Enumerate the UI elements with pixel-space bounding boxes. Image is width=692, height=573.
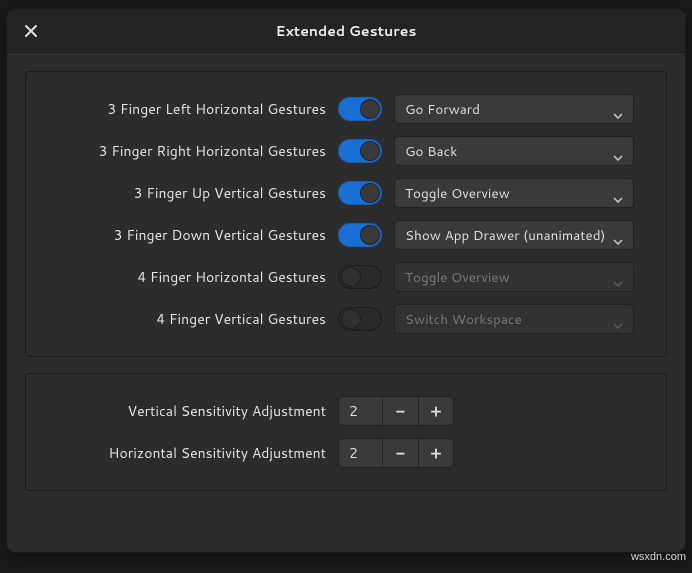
gesture-toggle-3-up[interactable] bbox=[338, 181, 382, 205]
gesture-label: 3 Finger Left Horizontal Gestures bbox=[44, 99, 326, 119]
gesture-row: 3 Finger Right Horizontal Gestures Go Ba… bbox=[44, 136, 648, 166]
gesture-label: 3 Finger Down Vertical Gestures bbox=[44, 225, 326, 245]
stepper-decrement-button[interactable]: − bbox=[382, 438, 418, 468]
window-title: Extended Gestures bbox=[7, 21, 685, 41]
chevron-down-icon bbox=[613, 104, 623, 114]
settings-window: Extended Gestures 3 Finger Left Horizont… bbox=[6, 8, 686, 553]
gesture-action-dropdown-3-up[interactable]: Toggle Overview bbox=[394, 178, 634, 208]
chevron-down-icon bbox=[613, 314, 623, 324]
dropdown-label: Show App Drawer (unanimated) bbox=[405, 226, 607, 245]
gesture-row: 4 Finger Horizontal Gestures Toggle Over… bbox=[44, 262, 648, 292]
gesture-label: 4 Finger Vertical Gestures bbox=[44, 309, 326, 329]
gestures-panel: 3 Finger Left Horizontal Gestures Go For… bbox=[25, 71, 667, 357]
gesture-toggle-3-left[interactable] bbox=[338, 97, 382, 121]
chevron-down-icon bbox=[613, 272, 623, 282]
stepper-value[interactable]: 2 bbox=[338, 438, 382, 468]
chevron-down-icon bbox=[613, 146, 623, 156]
stepper-decrement-button[interactable]: − bbox=[382, 396, 418, 426]
gesture-row: 3 Finger Left Horizontal Gestures Go For… bbox=[44, 94, 648, 124]
gesture-action-dropdown-4-vertical: Switch Workspace bbox=[394, 304, 634, 334]
gesture-action-dropdown-4-horizontal: Toggle Overview bbox=[394, 262, 634, 292]
stepper-increment-button[interactable]: + bbox=[418, 396, 454, 426]
gesture-action-dropdown-3-down[interactable]: Show App Drawer (unanimated) bbox=[394, 220, 634, 250]
watermark-url: wsxdn.com bbox=[631, 551, 686, 563]
dropdown-label: Go Back bbox=[405, 142, 607, 161]
vertical-sensitivity-stepper: 2 − + bbox=[338, 396, 454, 426]
gesture-action-dropdown-3-right[interactable]: Go Back bbox=[394, 136, 634, 166]
close-icon bbox=[24, 24, 38, 38]
gesture-toggle-3-right[interactable] bbox=[338, 139, 382, 163]
dropdown-label: Toggle Overview bbox=[405, 184, 607, 203]
stepper-value[interactable]: 2 bbox=[338, 396, 382, 426]
gesture-toggle-4-horizontal[interactable] bbox=[338, 265, 382, 289]
gesture-toggle-3-down[interactable] bbox=[338, 223, 382, 247]
sensitivity-label: Vertical Sensitivity Adjustment bbox=[44, 401, 326, 421]
sensitivity-row: Horizontal Sensitivity Adjustment 2 − + bbox=[44, 438, 648, 468]
titlebar: Extended Gestures bbox=[7, 9, 685, 53]
gesture-label: 4 Finger Horizontal Gestures bbox=[44, 267, 326, 287]
sensitivity-row: Vertical Sensitivity Adjustment 2 − + bbox=[44, 396, 648, 426]
gesture-row: 3 Finger Up Vertical Gestures Toggle Ove… bbox=[44, 178, 648, 208]
sensitivity-label: Horizontal Sensitivity Adjustment bbox=[44, 443, 326, 463]
chevron-down-icon bbox=[613, 230, 623, 240]
gesture-label: 3 Finger Up Vertical Gestures bbox=[44, 183, 326, 203]
dropdown-label: Switch Workspace bbox=[405, 310, 607, 329]
gesture-toggle-4-vertical[interactable] bbox=[338, 307, 382, 331]
sensitivity-panel: Vertical Sensitivity Adjustment 2 − + Ho… bbox=[25, 373, 667, 491]
horizontal-sensitivity-stepper: 2 − + bbox=[338, 438, 454, 468]
dropdown-label: Go Forward bbox=[405, 100, 607, 119]
content-area: 3 Finger Left Horizontal Gestures Go For… bbox=[7, 53, 685, 552]
dropdown-label: Toggle Overview bbox=[405, 268, 607, 287]
gesture-action-dropdown-3-left[interactable]: Go Forward bbox=[394, 94, 634, 124]
gesture-row: 3 Finger Down Vertical Gestures Show App… bbox=[44, 220, 648, 250]
close-button[interactable] bbox=[17, 17, 45, 45]
gesture-row: 4 Finger Vertical Gestures Switch Worksp… bbox=[44, 304, 648, 334]
chevron-down-icon bbox=[613, 188, 623, 198]
stepper-increment-button[interactable]: + bbox=[418, 438, 454, 468]
gesture-label: 3 Finger Right Horizontal Gestures bbox=[44, 141, 326, 161]
